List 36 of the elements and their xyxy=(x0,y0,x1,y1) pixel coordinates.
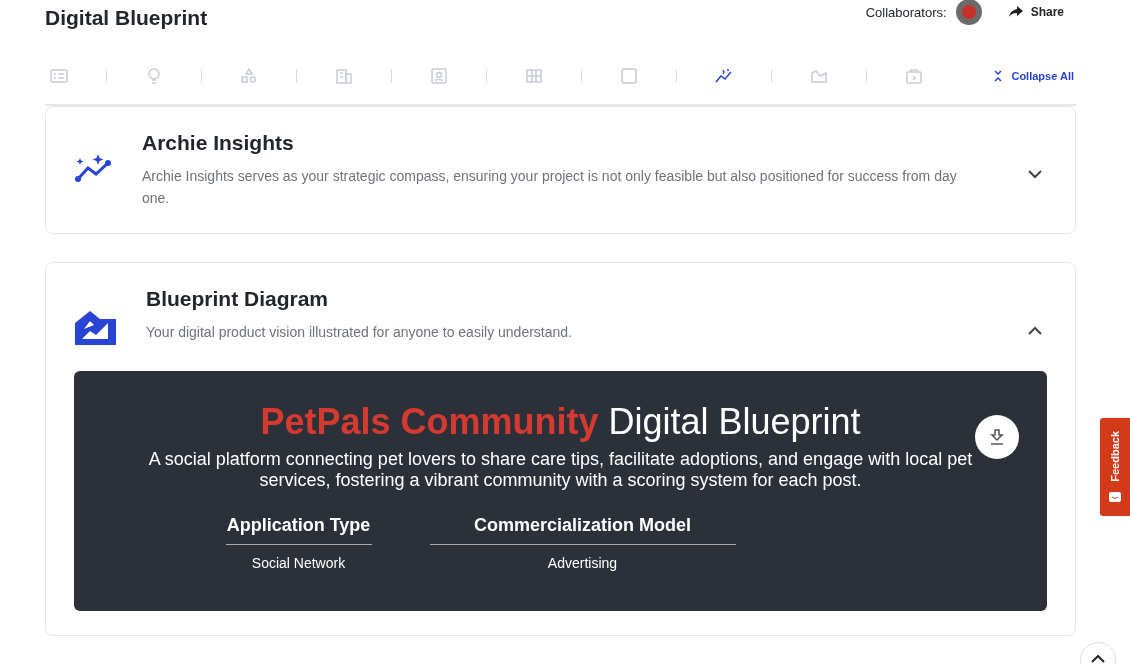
fact-label: Application Type xyxy=(225,515,372,545)
download-icon xyxy=(990,429,1004,445)
section-title: Blueprint Diagram xyxy=(146,287,330,311)
fact-value: Social Network xyxy=(250,555,347,571)
grid-tab[interactable] xyxy=(525,68,543,84)
share-button[interactable]: Share xyxy=(1002,4,1070,20)
section-description: Your digital product vision illustrated for anyone to easily understand. xyxy=(146,323,573,342)
section-title: Archie Insights xyxy=(142,131,295,155)
profile-tab[interactable] xyxy=(430,68,448,84)
dice-tab[interactable] xyxy=(620,68,638,84)
avatar-icon[interactable] xyxy=(954,0,983,26)
blueprint-title: PetPals Community Digital Blueprint xyxy=(259,401,862,443)
download-button[interactable] xyxy=(975,415,1019,459)
mountain-icon xyxy=(74,309,118,347)
fact-label: Commercialization Model xyxy=(429,515,736,545)
case-tab[interactable] xyxy=(905,68,923,84)
smile-icon xyxy=(1108,491,1122,504)
collaborators-label: Collaborators: xyxy=(865,4,947,20)
list-tab[interactable] xyxy=(50,68,68,84)
insights-tab[interactable] xyxy=(715,68,733,84)
share-icon xyxy=(1008,6,1023,18)
building-tab[interactable] xyxy=(335,68,353,84)
diagram-tab[interactable] xyxy=(810,68,828,84)
page-title: Digital Blueprint xyxy=(45,6,208,31)
chart-sparkle-icon xyxy=(74,153,114,185)
chevron-up-icon xyxy=(1091,655,1105,663)
feedback-tab[interactable]: Feedback xyxy=(1100,418,1130,516)
chevron-up-icon xyxy=(1027,325,1043,335)
shapes-tab[interactable] xyxy=(240,68,258,84)
section-description: Archie Insights serves as your strategic compass, ensuring your project is not only feasible but also positioned for success from day one. xyxy=(142,167,958,208)
blueprint-description: A social platform connecting pet lovers to share care tips, facilitate adoptions, and engage with local pet services, fostering a vibrant community with a scoring system for each post. xyxy=(147,449,974,491)
chevron-down-icon xyxy=(1027,169,1043,179)
bulb-tab[interactable] xyxy=(145,68,163,84)
collapse-all-button[interactable]: Collapse All xyxy=(987,69,1080,83)
fact-value: Advertising xyxy=(546,555,619,571)
collapse-icon xyxy=(993,70,1004,82)
